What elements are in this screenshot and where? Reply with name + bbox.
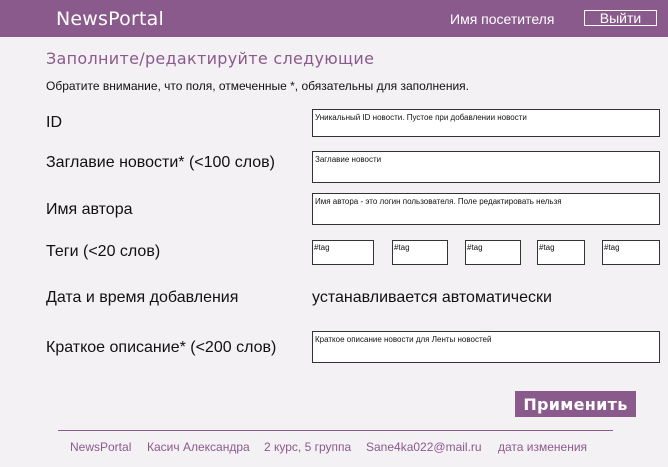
tag-input-3[interactable] <box>465 240 521 265</box>
apply-button[interactable]: Применить <box>515 391 636 417</box>
tag-input-1[interactable] <box>312 240 374 265</box>
footer-author: Касич Александра <box>147 440 250 454</box>
author-field[interactable] <box>312 193 660 225</box>
footer-divider <box>58 430 613 431</box>
footer-email[interactable]: Sane4ka022@mail.ru <box>366 440 482 454</box>
footer-brand[interactable]: NewsPortal <box>70 440 131 454</box>
tags-label: Теги (<20 слов) <box>46 243 161 260</box>
datetime-auto-value: устанавливается автоматически <box>312 289 552 306</box>
id-label: ID <box>46 114 62 131</box>
logout-button[interactable]: Выйти <box>584 10 657 26</box>
top-bar: NewsPortal Имя посетителя Выйти <box>0 0 668 37</box>
site-logo[interactable]: NewsPortal <box>56 8 164 30</box>
footer-modified-date: дата изменения <box>498 440 588 454</box>
form-title: Заполните/редактируйте следующие <box>46 49 375 68</box>
datetime-label: Дата и время добавления <box>46 289 239 306</box>
required-fields-note: Обратите внимание, что поля, отмеченные … <box>46 79 469 93</box>
headline-field[interactable] <box>312 151 660 183</box>
summary-field[interactable] <box>312 331 660 363</box>
footer-course: 2 курс, 5 группа <box>264 440 352 454</box>
tag-input-4[interactable] <box>537 240 585 265</box>
summary-label: Краткое описание* (<200 слов) <box>46 339 277 356</box>
headline-label: Заглавие новости* (<100 слов) <box>46 154 276 171</box>
username-label: Имя посетителя <box>450 11 555 27</box>
tag-input-2[interactable] <box>392 240 448 265</box>
id-field[interactable] <box>312 109 660 137</box>
tag-input-5[interactable] <box>602 240 660 265</box>
author-label: Имя автора <box>46 201 133 218</box>
